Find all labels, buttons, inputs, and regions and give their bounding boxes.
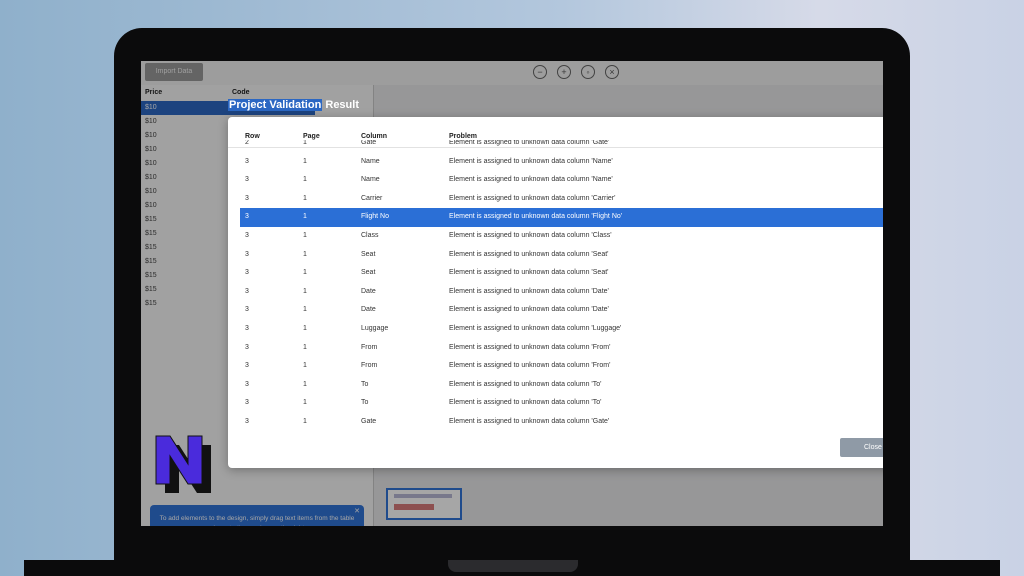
problem-cell: Element is assigned to unknown data colu… [449, 269, 609, 277]
app-screen: Import Data − + ◦ × Price Code $10 $10 $10… [141, 61, 883, 526]
table-row[interactable]: 3 1 Date Element is assigned to unknown dat… [240, 301, 883, 320]
n-logo [155, 435, 211, 493]
row-cell: 3 [245, 343, 249, 351]
row-cell: 3 [245, 250, 249, 258]
table-row[interactable]: 3 1 Name Element is assigned to unknown dat… [240, 171, 883, 190]
problem-cell: Element is assigned to unknown data colu… [449, 194, 616, 202]
problem-cell: Element is assigned to unknown data colu… [449, 306, 609, 314]
problem-cell: Element is assigned to unknown data colu… [449, 287, 609, 295]
problem-cell: Element is assigned to unknown data colu… [449, 325, 622, 332]
page-cell: 1 [303, 399, 307, 407]
row-cell: 3 [245, 269, 249, 277]
column-cell: Name [361, 157, 380, 165]
problem-cell: Element is assigned to unknown data colu… [449, 250, 609, 258]
column-cell: From [361, 343, 378, 351]
row-column-header[interactable]: Row [245, 133, 260, 140]
column-cell: From [361, 362, 378, 370]
problem-cell: Element is assigned to unknown data colu… [449, 176, 613, 184]
dialog-title: Project Validation Result [228, 99, 359, 111]
problem-cell: Element is assigned to unknown data colu… [449, 362, 611, 370]
page-cell: 1 [303, 380, 307, 388]
page-cell: 1 [303, 232, 307, 239]
row-cell: 3 [245, 287, 249, 295]
page-cell: 1 [303, 140, 307, 146]
page-cell: 1 [303, 362, 307, 370]
table-row[interactable]: 3 1 To Element is assigned to unknown data … [240, 394, 883, 413]
row-cell: 3 [245, 418, 249, 425]
table-row[interactable]: 3 1 Seat Element is assigned to unknown dat… [240, 264, 883, 283]
problem-cell: Element is assigned to unknown data colu… [449, 380, 602, 388]
problem-cell: Element is assigned to unknown data colu… [449, 418, 610, 425]
table-row[interactable]: 3 1 From Element is assigned to unknown dat… [240, 357, 883, 376]
problem-cell: Element is assigned to unknown data colu… [449, 399, 602, 407]
validation-dialog: Row Page Column Problem 2 1 Gate Element is… [228, 117, 883, 468]
column-cell: Gate [361, 140, 377, 146]
row-cell: 2 [245, 140, 249, 146]
column-cell: Flight No [361, 213, 390, 221]
column-cell: Class [361, 232, 379, 239]
table-row[interactable]: 3 1 Gate Element is assigned to unknown dat… [240, 413, 883, 430]
table-row[interactable]: 3 1 From Element is assigned to unknown dat… [240, 339, 883, 358]
dialog-title-rest: Result [322, 99, 359, 111]
page-cell: 1 [303, 343, 307, 351]
row-cell: 3 [245, 194, 249, 202]
column-cell: Date [361, 287, 376, 295]
laptop-notch [448, 560, 578, 572]
row-cell: 3 [245, 232, 249, 239]
problem-column-header[interactable]: Problem [449, 133, 477, 140]
dialog-title-highlight: Project Validation [228, 99, 323, 111]
table-row[interactable]: 3 1 Carrier Element is assigned to unknown … [240, 190, 883, 209]
column-cell: Gate [361, 418, 377, 425]
page-cell: 1 [303, 269, 307, 277]
page-cell: 1 [303, 176, 307, 184]
table-row[interactable]: 2 1 Gate Element is assigned to unknown dat… [240, 140, 883, 153]
column-cell: Carrier [361, 194, 383, 202]
row-cell: 3 [245, 362, 249, 370]
column-cell: Luggage [361, 325, 389, 332]
table-row[interactable]: 3 1 Class Element is assigned to unknown da… [240, 227, 883, 246]
problem-cell: Element is assigned to unknown data colu… [449, 157, 613, 165]
row-cell: 3 [245, 399, 249, 407]
problem-cell: Element is assigned to unknown data colu… [449, 213, 623, 221]
page-cell: 1 [303, 325, 307, 332]
page-cell: 1 [303, 213, 307, 221]
table-row[interactable]: 3 1 Seat Element is assigned to unknown dat… [240, 246, 883, 265]
table-row[interactable]: 3 1 Date Element is assigned to unknown dat… [240, 283, 883, 302]
page-cell: 1 [303, 250, 307, 258]
problem-cell: Element is assigned to unknown data colu… [449, 140, 610, 146]
row-cell: 3 [245, 380, 249, 388]
row-cell: 3 [245, 157, 249, 165]
column-cell: To [361, 399, 369, 407]
column-cell: Name [361, 176, 380, 184]
table-row[interactable]: 3 1 To Element is assigned to unknown data … [240, 376, 883, 395]
validation-rows: 2 1 Gate Element is assigned to unknown dat… [240, 140, 883, 430]
row-cell: 3 [245, 306, 249, 314]
page-column-header[interactable]: Page [303, 133, 320, 140]
row-cell: 3 [245, 176, 249, 184]
column-cell: To [361, 380, 369, 388]
page-cell: 1 [303, 287, 307, 295]
column-column-header[interactable]: Column [361, 133, 387, 140]
close-button[interactable]: Close [840, 438, 883, 457]
table-row[interactable]: 3 1 Luggage Element is assigned to unknown … [240, 320, 883, 339]
page-cell: 1 [303, 418, 307, 425]
table-row[interactable]: 3 1 Flight No Element is assigned to unknow… [240, 208, 883, 227]
page-cell: 1 [303, 157, 307, 165]
row-cell: 3 [245, 325, 249, 332]
problem-cell: Element is assigned to unknown data colu… [449, 343, 611, 351]
page-cell: 1 [303, 194, 307, 202]
column-cell: Seat [361, 250, 376, 258]
problem-cell: Element is assigned to unknown data colu… [449, 232, 612, 239]
table-row[interactable]: 3 1 Name Element is assigned to unknown dat… [240, 153, 883, 172]
page-cell: 1 [303, 306, 307, 314]
column-cell: Seat [361, 269, 376, 277]
row-cell: 3 [245, 213, 249, 221]
column-cell: Date [361, 306, 376, 314]
